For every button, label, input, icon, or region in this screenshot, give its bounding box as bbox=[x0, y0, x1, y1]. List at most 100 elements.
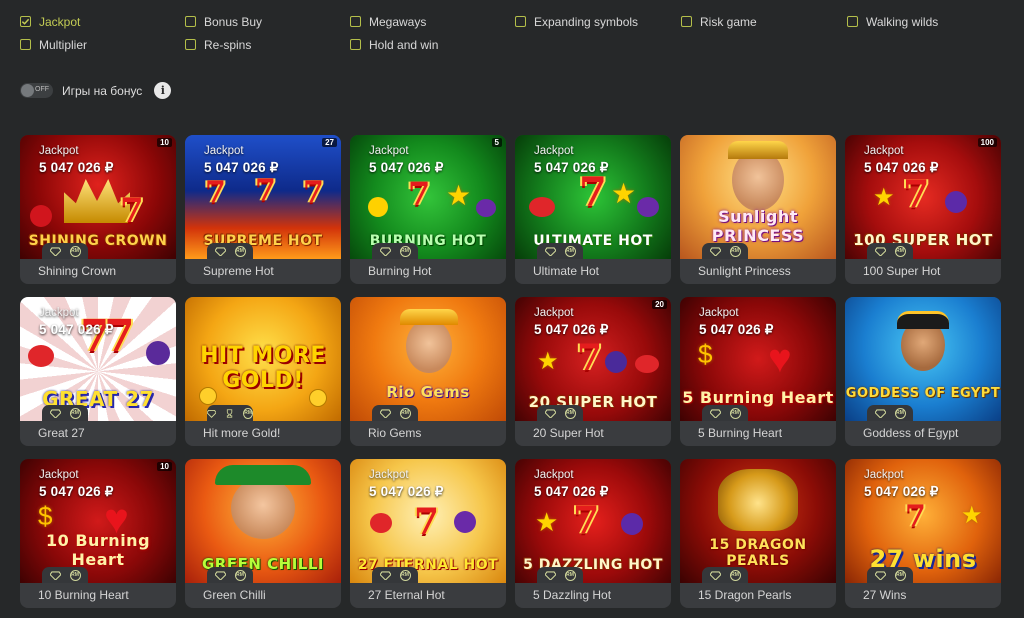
game-card-ultimate-hot[interactable]: 7 ★ ULTIMATE HOT Jackpot 5 047 026 ₽ RM U… bbox=[515, 135, 671, 284]
rm-icon: RM bbox=[564, 407, 576, 419]
jackpot-amount: 5 047 026 ₽ bbox=[864, 160, 939, 175]
fruit-icon bbox=[146, 341, 170, 365]
game-card-27-wins[interactable]: 7 ★ 27 wins Jackpot 5 047 026 ₽ RM 27 Win… bbox=[845, 459, 1001, 608]
rm-icon: RM bbox=[399, 569, 411, 581]
game-card-goddess-of-egypt[interactable]: GODDESS OF EGYPT RM Goddess of Egypt bbox=[845, 297, 1001, 446]
game-thumbnail: 15 DRAGON PEARLS RM bbox=[680, 459, 836, 583]
seven-icon: 7 bbox=[905, 499, 926, 534]
toggle-knob bbox=[21, 84, 34, 97]
fruit-icon bbox=[605, 351, 627, 373]
checkbox-icon[interactable] bbox=[350, 39, 361, 50]
rm-icon: RM bbox=[729, 407, 741, 419]
feature-badges: RM bbox=[867, 405, 913, 421]
info-icon[interactable]: i bbox=[154, 82, 172, 99]
game-card-supreme-hot[interactable]: 7 7 7 SUPREME HOT Jackpot 5 047 026 ₽ 27 … bbox=[185, 135, 341, 284]
rm-icon: RM bbox=[69, 407, 81, 419]
diamond-icon bbox=[49, 246, 61, 256]
filter-bonus-buy[interactable]: Bonus Buy bbox=[185, 14, 350, 29]
game-logo: 5 Burning Heart bbox=[682, 388, 834, 407]
filter-label: Megaways bbox=[369, 14, 427, 29]
feature-badges: RM bbox=[702, 567, 748, 583]
game-logo: HIT MORE GOLD! bbox=[200, 343, 326, 393]
checkbox-checked-icon[interactable] bbox=[20, 16, 31, 27]
game-card-green-chilli[interactable]: GREEN CHILLI RM Green Chilli bbox=[185, 459, 341, 608]
game-thumbnail: 7 ★ 27 wins Jackpot 5 047 026 ₽ RM bbox=[845, 459, 1001, 583]
jackpot-label: Jackpot bbox=[864, 469, 904, 481]
filter-label: Expanding symbols bbox=[534, 14, 639, 29]
game-title: Rio Gems bbox=[368, 426, 422, 440]
filter-label: Jackpot bbox=[39, 14, 81, 29]
feature-badges: RM bbox=[42, 567, 88, 583]
feature-badges: RM bbox=[702, 243, 748, 259]
jackpot-amount: 5 047 026 ₽ bbox=[864, 484, 939, 499]
heart-icon: ♥ bbox=[768, 337, 792, 381]
coin-icon bbox=[199, 387, 217, 405]
jackpot-amount: 5 047 026 ₽ bbox=[699, 322, 774, 337]
checkbox-icon[interactable] bbox=[185, 39, 196, 50]
game-logo: Sunlight PRINCESS bbox=[711, 207, 805, 245]
game-card-5-dazzling-hot[interactable]: 7 ★ 5 DAZZLING HOT Jackpot 5 047 026 ₽ RM… bbox=[515, 459, 671, 608]
lines-badge: 5 bbox=[491, 138, 502, 147]
seven-icon: 7 bbox=[573, 497, 600, 542]
filter-re-spins[interactable]: Re-spins bbox=[185, 37, 350, 52]
filter-walking-wilds[interactable]: Walking wilds bbox=[847, 14, 1007, 29]
game-card-hit-more-gold[interactable]: HIT MORE GOLD! RM Hit more Gold! bbox=[185, 297, 341, 446]
filter-risk-game[interactable]: Risk game bbox=[681, 14, 847, 29]
game-title: Shining Crown bbox=[38, 264, 117, 278]
filter-hold-and-win[interactable]: Hold and win bbox=[350, 37, 515, 52]
dragon-icon bbox=[718, 469, 798, 531]
filter-expanding-symbols[interactable]: Expanding symbols bbox=[515, 14, 681, 29]
game-card-15-dragon-pearls[interactable]: 15 DRAGON PEARLS RM 15 Dragon Pearls bbox=[680, 459, 836, 608]
jackpot-amount: 5 047 026 ₽ bbox=[534, 160, 609, 175]
filter-label: Re-spins bbox=[204, 37, 252, 52]
checkbox-icon[interactable] bbox=[681, 16, 692, 27]
game-thumbnail: 7 ★ 5 DAZZLING HOT Jackpot 5 047 026 ₽ RM bbox=[515, 459, 671, 583]
checkbox-icon[interactable] bbox=[847, 16, 858, 27]
diamond-icon bbox=[379, 246, 391, 256]
game-thumbnail: 7 SHINING CROWN Jackpot 5 047 026 ₽ 10 RM bbox=[20, 135, 176, 259]
star-icon: ★ bbox=[446, 180, 472, 211]
fruit-icon bbox=[945, 191, 967, 213]
dollar-icon: $ bbox=[698, 339, 713, 369]
game-card-great-27[interactable]: 7 7 GREAT 27 Jackpot 5 047 026 ₽ RM Great… bbox=[20, 297, 176, 446]
game-title: Ultimate Hot bbox=[533, 264, 600, 278]
filter-megaways[interactable]: Megaways bbox=[350, 14, 515, 29]
checkbox-icon[interactable] bbox=[350, 16, 361, 27]
checkbox-icon[interactable] bbox=[20, 39, 31, 50]
filter-label: Bonus Buy bbox=[204, 14, 263, 29]
filter-label: Risk game bbox=[700, 14, 757, 29]
star-icon: ★ bbox=[537, 348, 559, 375]
filter-jackpot[interactable]: Jackpot bbox=[20, 14, 185, 29]
rm-icon: RM bbox=[894, 407, 906, 419]
fruit-icon bbox=[476, 199, 496, 217]
feature-filters: Jackpot Bonus Buy Megaways Expanding sym… bbox=[20, 14, 1010, 52]
bonus-games-toggle[interactable]: OFF bbox=[20, 83, 53, 98]
game-thumbnail: 7 ★ 100 SUPER HOT Jackpot 5 047 026 ₽ 100… bbox=[845, 135, 1001, 259]
game-card-rio-gems[interactable]: Rio Gems RM Rio Gems bbox=[350, 297, 506, 446]
game-card-27-eternal-hot[interactable]: 7 27 ETERNAL HOT Jackpot 5 047 026 ₽ RM 2… bbox=[350, 459, 506, 608]
jackpot-label: Jackpot bbox=[534, 307, 574, 319]
game-title: 27 Eternal Hot bbox=[368, 588, 445, 602]
bonus-games-row: OFF Игры на бонус i bbox=[20, 82, 172, 99]
game-card-5-burning-heart[interactable]: ♥ $ 5 Burning Heart Jackpot 5 047 026 ₽ R… bbox=[680, 297, 836, 446]
filter-multiplier[interactable]: Multiplier bbox=[20, 37, 185, 52]
feature-badges: RM bbox=[537, 567, 583, 583]
checkbox-icon[interactable] bbox=[185, 16, 196, 27]
jackpot-label: Jackpot bbox=[39, 307, 79, 319]
diamond-icon bbox=[874, 408, 886, 418]
game-logo: 10 Burning Heart bbox=[45, 531, 151, 569]
jackpot-overlay: Jackpot 5 047 026 ₽ bbox=[204, 145, 279, 176]
game-card-20-super-hot[interactable]: 7 ★ 20 SUPER HOT Jackpot 5 047 026 ₽ 20 R… bbox=[515, 297, 671, 446]
game-card-sunlight-princess[interactable]: Sunlight PRINCESS RM Sunlight Princess bbox=[680, 135, 836, 284]
game-card-100-super-hot[interactable]: 7 ★ 100 SUPER HOT Jackpot 5 047 026 ₽ 100… bbox=[845, 135, 1001, 284]
jackpot-label: Jackpot bbox=[204, 145, 244, 157]
game-card-shining-crown[interactable]: 7 SHINING CROWN Jackpot 5 047 026 ₽ 10 RM… bbox=[20, 135, 176, 284]
diamond-icon bbox=[874, 246, 886, 256]
feature-badges: RM bbox=[867, 243, 913, 259]
rm-icon: RM bbox=[894, 245, 906, 257]
rm-icon: RM bbox=[894, 569, 906, 581]
game-card-burning-hot[interactable]: 7 ★ BURNING HOT Jackpot 5 047 026 ₽ 5 RM … bbox=[350, 135, 506, 284]
game-card-10-burning-heart[interactable]: ♥ $ 10 Burning Heart Jackpot 5 047 026 ₽ … bbox=[20, 459, 176, 608]
lines-badge: 27 bbox=[322, 138, 337, 147]
checkbox-icon[interactable] bbox=[515, 16, 526, 27]
